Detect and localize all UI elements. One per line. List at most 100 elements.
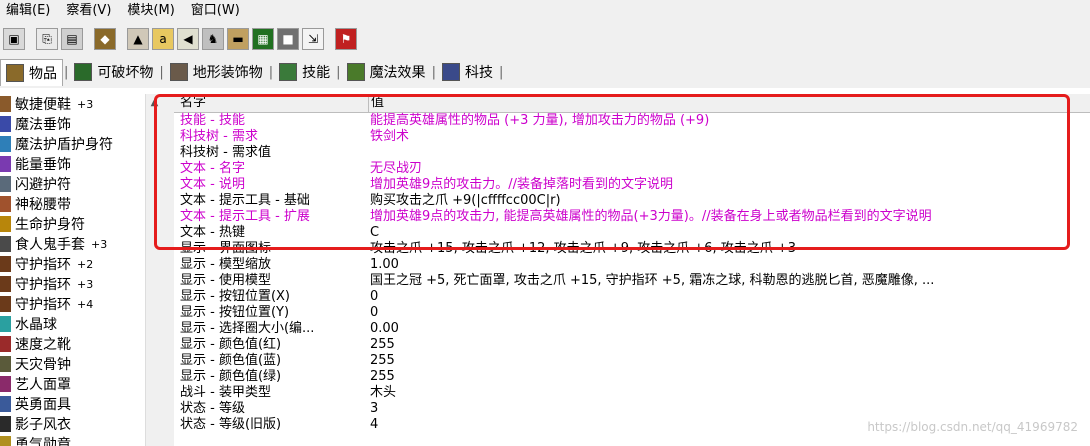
tab-items[interactable]: 物品 (0, 58, 63, 86)
object-icon[interactable]: ♞ (202, 28, 224, 50)
item-thumbnail-icon (0, 136, 11, 152)
table-row[interactable]: 显示 - 颜色值(绿) 255 (174, 369, 1090, 385)
table-row[interactable]: 文本 - 提示工具 - 基础 购买攻击之爪 +9(|cffffcc00C|r) (174, 193, 1090, 209)
property-name: 显示 - 颜色值(绿) (180, 369, 282, 384)
item-name: 敏捷便鞋 (15, 97, 71, 113)
menu-bar: 编辑(E) 察看(V) 模块(M) 窗口(W) (0, 0, 1090, 22)
table-row[interactable]: 科技树 - 需求值 (174, 145, 1090, 161)
table-row[interactable]: 显示 - 按钮位置(X) 0 (174, 289, 1090, 305)
property-name: 显示 - 颜色值(蓝) (180, 353, 282, 368)
item-name: 守护指环 (15, 257, 71, 273)
table-row[interactable]: 显示 - 选择圈大小(编... 0.00 (174, 321, 1090, 337)
property-name: 技能 - 技能 (180, 113, 245, 128)
item-thumbnail-icon (0, 356, 11, 372)
sound-icon[interactable]: ◀ (177, 28, 199, 50)
text-icon[interactable]: a (152, 28, 174, 50)
item-thumbnail-icon (0, 176, 11, 192)
menu-view[interactable]: 察看(V) (60, 0, 121, 22)
item-thumbnail-icon (0, 276, 11, 292)
menu-edit[interactable]: 编辑(E) (0, 0, 60, 22)
table-row[interactable]: 文本 - 热键 C (174, 225, 1090, 241)
item-thumbnail-icon (0, 416, 11, 432)
list-item[interactable]: 守护指环 +4 (0, 294, 162, 314)
import-icon[interactable]: ⇲ (302, 28, 324, 50)
table-row[interactable]: 文本 - 说明 增加英雄9点的攻击力。//装备掉落时看到的文字说明 (174, 177, 1090, 193)
list-item[interactable]: 神秘腰带 (0, 194, 162, 214)
cube-icon[interactable]: ■ (277, 28, 299, 50)
property-name: 显示 - 颜色值(红) (180, 337, 282, 352)
item-level-badge: +3 (77, 97, 94, 111)
list-item[interactable]: 影子风衣 (0, 414, 162, 434)
property-value: 4 (370, 417, 379, 432)
item-name: 守护指环 (15, 277, 71, 293)
list-item[interactable]: 敏捷便鞋 +3 (0, 94, 162, 114)
watermark: https://blog.csdn.net/qq_41969782 (867, 420, 1078, 434)
scroll-up-icon[interactable]: ▲ (146, 94, 163, 111)
item-level-badge: +2 (77, 257, 94, 271)
table-row[interactable]: 文本 - 提示工具 - 扩展 增加英雄9点的攻击力, 能提高英雄属性的物品(+3力… (174, 209, 1090, 225)
paste-icon[interactable]: ▤ (61, 28, 83, 50)
list-item[interactable]: 能量垂饰 (0, 154, 162, 174)
property-value: 1.00 (370, 257, 399, 272)
save-icon[interactable]: ▣ (3, 28, 25, 50)
list-item[interactable]: 天灾骨钟 (0, 354, 162, 374)
table-row[interactable]: 技能 - 技能 能提高英雄属性的物品 (+3 力量), 增加攻击力的物品 (+9) (174, 113, 1090, 129)
list-item[interactable]: 速度之靴 (0, 334, 162, 354)
table-row[interactable]: 显示 - 颜色值(蓝) 255 (174, 353, 1090, 369)
tab-upgrades[interactable]: 科技 (437, 59, 498, 85)
tab-doodads[interactable]: 地形装饰物 (165, 59, 268, 85)
unit-icon[interactable]: ◆ (94, 28, 116, 50)
list-item[interactable]: 生命护身符 (0, 214, 162, 234)
list-item[interactable]: 英勇面具 (0, 394, 162, 414)
list-item[interactable]: 艺人面罩 (0, 374, 162, 394)
property-name: 显示 - 使用模型 (180, 273, 271, 288)
list-item[interactable]: 守护指环 +3 (0, 274, 162, 294)
doodad-icon (169, 63, 188, 81)
table-row[interactable]: 显示 - 界面图标 攻击之爪 +15, 攻击之爪 +12, 攻击之爪 +9, 攻击… (174, 241, 1090, 257)
list-item[interactable]: 食人鬼手套 +3 (0, 234, 162, 254)
property-name: 显示 - 选择圈大小(编... (180, 321, 315, 336)
grid-header: 名字 值 (174, 94, 1090, 113)
table-row[interactable]: 战斗 - 装甲类型 木头 (174, 385, 1090, 401)
list-item[interactable]: 勇气勋章 (0, 434, 162, 446)
list-item[interactable]: 守护指环 +2 (0, 254, 162, 274)
tab-buffs[interactable]: 魔法效果 (342, 59, 431, 85)
minimap-icon[interactable]: ▦ (252, 28, 274, 50)
panel-splitter[interactable] (162, 94, 174, 446)
property-name: 科技树 - 需求值 (180, 145, 271, 160)
item-name: 守护指环 (15, 297, 71, 313)
item-thumbnail-icon (0, 156, 11, 172)
list-item[interactable]: 魔法护盾护身符 (0, 134, 162, 154)
column-header-name[interactable]: 名字 (180, 94, 206, 112)
item-thumbnail-icon (0, 256, 11, 272)
item-thumbnail-icon (0, 376, 11, 392)
object-tabs: 物品 | 可破坏物 | 地形装饰物 | 技能 | 魔法效果 | 科技 | (0, 56, 1090, 88)
property-name: 显示 - 按钮位置(Y) (180, 305, 290, 320)
item-tree-scrollbar[interactable]: ▲ (145, 94, 162, 446)
list-item[interactable]: 闪避护符 (0, 174, 162, 194)
list-item[interactable]: 魔法垂饰 (0, 114, 162, 134)
property-value: 0 (370, 289, 379, 304)
flag-icon[interactable]: ⚑ (335, 28, 357, 50)
table-row[interactable]: 文本 - 名字 无尽战刃 (174, 161, 1090, 177)
menu-module[interactable]: 模块(M) (121, 0, 184, 22)
menu-window[interactable]: 窗口(W) (185, 0, 250, 22)
table-row[interactable]: 科技树 - 需求 铁剑术 (174, 129, 1090, 145)
list-item[interactable]: 水晶球 (0, 314, 162, 334)
item-name: 闪避护符 (15, 177, 71, 193)
item-name: 勇气勋章 (15, 437, 71, 446)
camera-icon[interactable]: ▬ (227, 28, 249, 50)
terrain-icon[interactable]: ▲ (127, 28, 149, 50)
table-row[interactable]: 显示 - 模型缩放 1.00 (174, 257, 1090, 273)
item-level-badge: +3 (91, 237, 108, 251)
copy-icon[interactable]: ⎘ (36, 28, 58, 50)
table-row[interactable]: 显示 - 颜色值(红) 255 (174, 337, 1090, 353)
tab-destructibles[interactable]: 可破坏物 (69, 59, 158, 85)
table-row[interactable]: 显示 - 按钮位置(Y) 0 (174, 305, 1090, 321)
tab-abilities[interactable]: 技能 (274, 59, 335, 85)
table-row[interactable]: 显示 - 使用模型 国王之冠 +5, 死亡面罩, 攻击之爪 +15, 守护指环 +… (174, 273, 1090, 289)
column-header-value[interactable]: 值 (368, 94, 384, 112)
upgrade-icon (441, 63, 460, 81)
item-thumbnail-icon (0, 216, 11, 232)
table-row[interactable]: 状态 - 等级 3 (174, 401, 1090, 417)
